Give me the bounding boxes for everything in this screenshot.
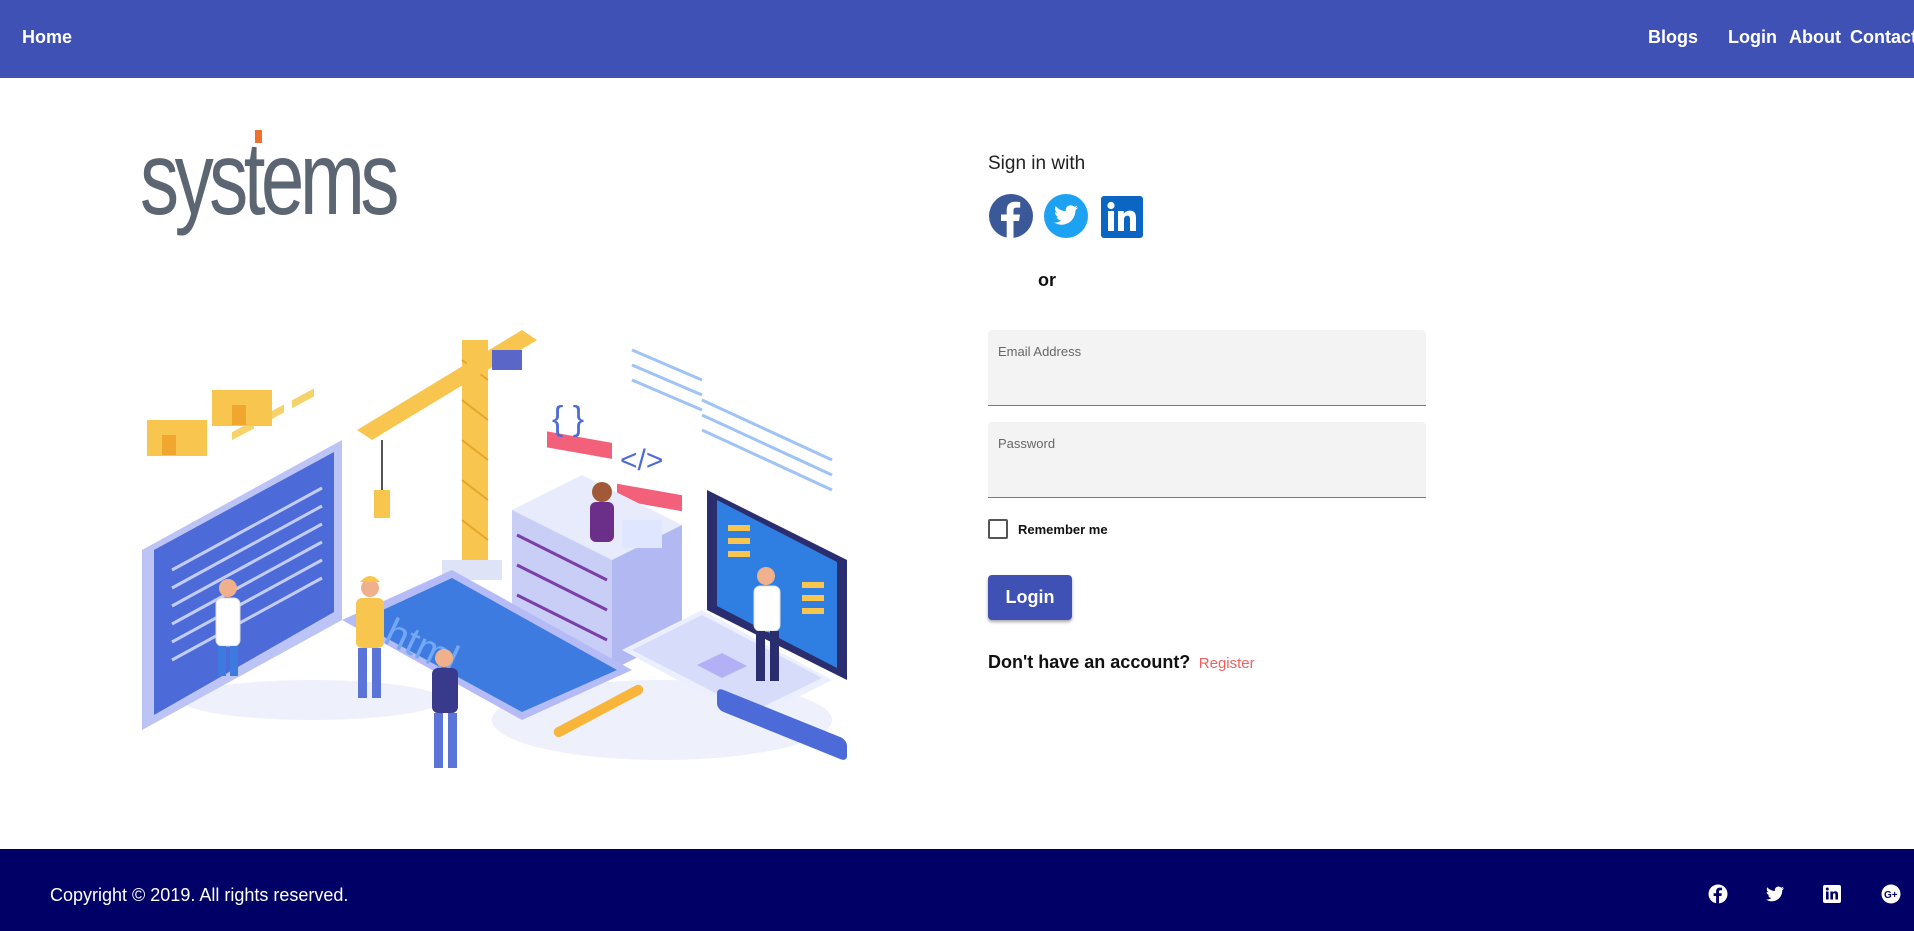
facebook-icon[interactable] (988, 193, 1034, 239)
email-input[interactable] (998, 368, 1414, 396)
nav-blogs-link[interactable]: Blogs (1648, 27, 1698, 48)
svg-text:G+: G+ (1884, 890, 1898, 901)
twitter-icon[interactable] (1043, 193, 1089, 239)
remember-me-checkbox[interactable] (988, 519, 1008, 539)
facebook-icon[interactable] (1708, 884, 1728, 904)
login-button[interactable]: Login (988, 575, 1072, 620)
twitter-icon[interactable] (1765, 884, 1785, 904)
svg-text:</>: </> (620, 444, 663, 477)
nav-contact-link[interactable]: Contact (1850, 27, 1914, 48)
email-field[interactable]: Email Address (988, 330, 1426, 406)
email-label: Email Address (998, 344, 1082, 359)
password-label: Password (998, 436, 1056, 451)
register-link[interactable]: Register (1199, 655, 1255, 672)
copyright-text: Copyright © 2019. All rights reserved. (50, 885, 349, 905)
linkedin-icon[interactable] (1100, 195, 1144, 239)
nav-login-link[interactable]: Login (1728, 27, 1777, 48)
google-plus-icon[interactable]: G+ (1881, 884, 1901, 904)
password-input[interactable] (998, 460, 1414, 488)
remember-me-label: Remember me (1018, 522, 1108, 537)
no-account-text: Don't have an account? (988, 652, 1191, 672)
brand-logo-text: systems (140, 121, 397, 237)
footer: Copyright © 2019. All rights reserved. G… (0, 849, 1914, 931)
or-separator: or (1038, 270, 1056, 290)
nav-home-link[interactable]: Home (22, 27, 72, 48)
register-prompt: Don't have an account? Register (988, 652, 1255, 673)
linkedin-icon[interactable] (1822, 884, 1842, 904)
svg-text:{ }: { } (552, 400, 584, 438)
nav-about-link[interactable]: About (1789, 27, 1841, 48)
top-navbar: Home Blogs Login About Contact (0, 0, 1914, 78)
sign-in-heading: Sign in with (988, 153, 1086, 174)
hero-illustration: { } </> html (142, 330, 847, 768)
brand-logo: systems (140, 121, 400, 237)
password-field[interactable]: Password (988, 422, 1426, 498)
